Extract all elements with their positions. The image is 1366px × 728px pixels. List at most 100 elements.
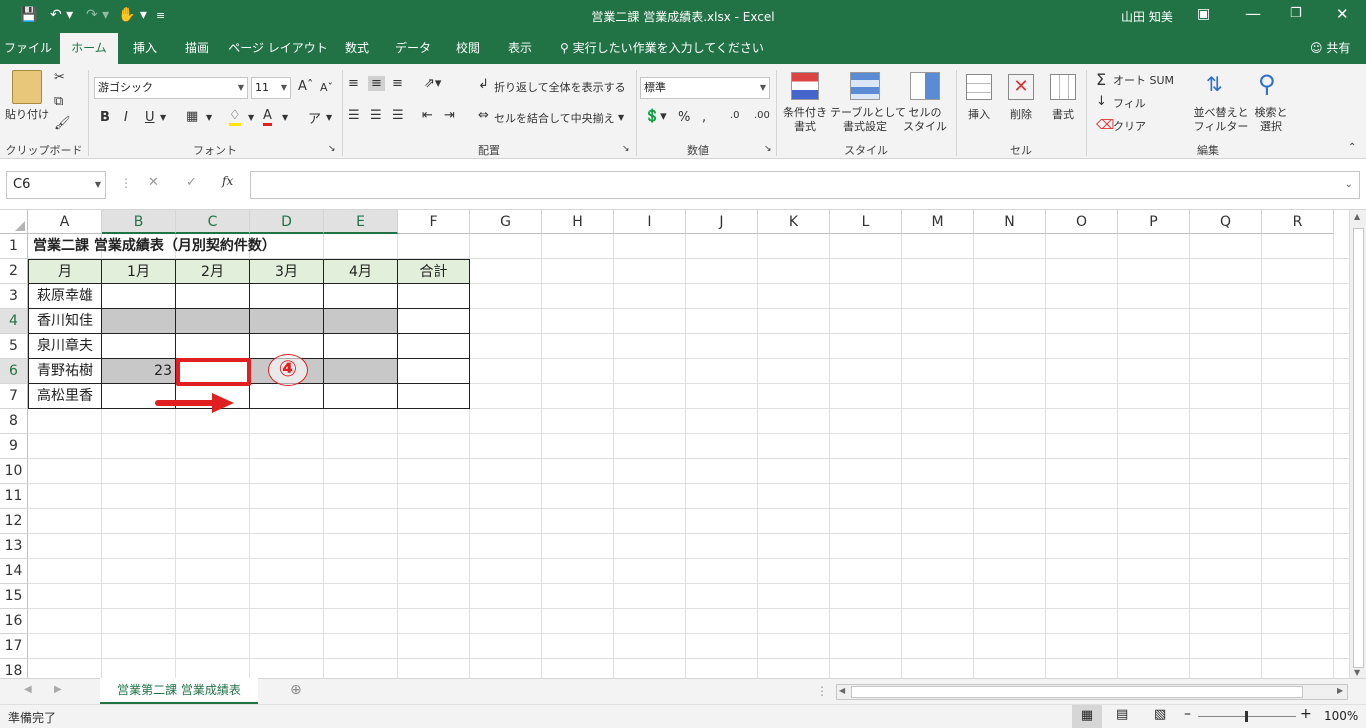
fill-color-icon[interactable]: ♢	[229, 108, 241, 126]
column-header-k[interactable]: K	[758, 210, 830, 234]
table-cell[interactable]	[176, 284, 250, 309]
fill-icon[interactable]: ↓	[1096, 94, 1107, 109]
increase-decimal-icon[interactable]: .0	[730, 110, 740, 121]
table-cell[interactable]	[102, 309, 176, 334]
insert-cells-button[interactable]: 挿入	[960, 108, 998, 122]
row-header-15[interactable]: 15	[0, 584, 28, 609]
split-handle-icon[interactable]: ⋮	[816, 684, 828, 698]
underline-button[interactable]: U	[145, 110, 155, 125]
column-header-c[interactable]: C	[176, 210, 250, 234]
delete-cells-icon[interactable]: ✕	[1008, 74, 1034, 100]
tab-review[interactable]: 校閲	[446, 33, 490, 64]
column-header-p[interactable]: P	[1118, 210, 1190, 234]
align-center-icon[interactable]: ☰	[370, 108, 382, 123]
tab-data[interactable]: データ	[388, 33, 438, 64]
user-name[interactable]: 山田 知美	[1121, 8, 1173, 25]
scroll-left-icon[interactable]: ◀	[839, 686, 845, 695]
table-cell[interactable]	[250, 309, 324, 334]
paste-icon[interactable]	[12, 70, 42, 104]
insert-function-icon[interactable]: fx	[222, 174, 233, 188]
column-header-b[interactable]: B	[102, 210, 176, 234]
border-icon[interactable]: ▦	[186, 109, 198, 124]
wrap-text-button[interactable]: 折り返して全体を表示する	[494, 81, 626, 95]
table-cell[interactable]	[102, 284, 176, 309]
column-header-l[interactable]: L	[830, 210, 902, 234]
next-sheet-icon[interactable]: ▶	[54, 684, 62, 695]
align-middle-icon[interactable]: ≡	[368, 76, 385, 91]
table-header-cell[interactable]: 2月	[176, 259, 250, 284]
row-header-11[interactable]: 11	[0, 484, 28, 509]
column-header-i[interactable]: I	[614, 210, 686, 234]
cancel-icon[interactable]: ✕	[148, 175, 159, 190]
page-break-view-icon[interactable]: ▧	[1154, 707, 1166, 722]
cell-styles-button[interactable]: セルの スタイル	[900, 106, 950, 134]
align-right-icon[interactable]: ☰	[392, 108, 404, 123]
align-top-icon[interactable]: ≡	[348, 76, 359, 91]
table-header-cell[interactable]: 月	[28, 259, 102, 284]
row-header-16[interactable]: 16	[0, 609, 28, 634]
table-cell[interactable]	[176, 309, 250, 334]
row-header-9[interactable]: 9	[0, 434, 28, 459]
column-header-h[interactable]: H	[542, 210, 614, 234]
tab-home[interactable]: ホーム	[60, 33, 118, 64]
row-header-1[interactable]: 1	[0, 234, 28, 259]
share-button[interactable]: ☺ 共有	[1310, 33, 1350, 64]
format-cells-icon[interactable]	[1050, 74, 1076, 100]
row-header-14[interactable]: 14	[0, 559, 28, 584]
tab-view[interactable]: 表示	[498, 33, 542, 64]
eraser-icon[interactable]: ⌫	[1096, 118, 1114, 133]
prev-sheet-icon[interactable]: ◀	[24, 684, 32, 695]
table-cell[interactable]	[324, 309, 398, 334]
row-header-13[interactable]: 13	[0, 534, 28, 559]
increase-indent-icon[interactable]: ⇥	[444, 108, 455, 123]
column-header-g[interactable]: G	[470, 210, 542, 234]
row-header-3[interactable]: 3	[0, 284, 28, 309]
restore-icon[interactable]: ❐	[1290, 6, 1302, 21]
table-cell[interactable]	[324, 359, 398, 384]
comma-icon[interactable]: ,	[702, 110, 706, 125]
close-icon[interactable]: ✕	[1336, 5, 1349, 23]
column-header-j[interactable]: J	[686, 210, 758, 234]
table-name-cell[interactable]: 高松里香	[28, 384, 102, 409]
font-size-select[interactable]: 11 ▼	[251, 77, 291, 99]
align-bottom-icon[interactable]: ≡	[392, 76, 403, 91]
collapse-ribbon-icon[interactable]: ⌃	[1348, 142, 1356, 153]
find-select-button[interactable]: 検索と 選択	[1250, 106, 1292, 134]
table-name-cell[interactable]: 泉川章夫	[28, 334, 102, 359]
select-all-corner[interactable]	[0, 210, 28, 234]
insert-cells-icon[interactable]	[966, 74, 992, 100]
table-cell[interactable]	[102, 334, 176, 359]
shrink-font-icon[interactable]: Aˇ	[320, 81, 333, 94]
italic-button[interactable]: I	[124, 110, 128, 125]
table-value-cell[interactable]: 23	[102, 359, 176, 384]
chevron-down-icon[interactable]: ▼	[618, 113, 624, 122]
conditional-format-icon[interactable]	[791, 72, 819, 100]
table-cell[interactable]	[398, 384, 470, 409]
row-header-7[interactable]: 7	[0, 384, 28, 409]
table-cell[interactable]	[324, 384, 398, 409]
orientation-icon[interactable]: ⇗▾	[424, 76, 441, 91]
align-left-icon[interactable]: ☰	[348, 108, 360, 123]
table-cell[interactable]	[324, 334, 398, 359]
decrease-indent-icon[interactable]: ⇤	[422, 108, 433, 123]
tab-draw[interactable]: 描画	[174, 33, 220, 64]
enter-icon[interactable]: ✓	[186, 175, 197, 190]
find-select-icon[interactable]: ⚲	[1258, 70, 1276, 98]
sum-icon[interactable]: Σ	[1096, 70, 1106, 89]
row-header-17[interactable]: 17	[0, 634, 28, 659]
column-header-o[interactable]: O	[1046, 210, 1118, 234]
table-cell[interactable]	[398, 359, 470, 384]
table-name-cell[interactable]: 萩原幸雄	[28, 284, 102, 309]
copy-icon[interactable]: ⧉	[54, 94, 63, 109]
dialog-launcher-icon[interactable]: ↘	[764, 144, 772, 154]
normal-view-icon[interactable]: ▦	[1072, 705, 1102, 728]
table-cell[interactable]	[250, 284, 324, 309]
tab-formulas[interactable]: 数式	[334, 33, 380, 64]
decrease-decimal-icon[interactable]: .00	[754, 110, 770, 121]
horizontal-scrollbar[interactable]: ◀ ▶	[836, 684, 1348, 700]
scroll-right-icon[interactable]: ▶	[1337, 686, 1343, 695]
dialog-launcher-icon[interactable]: ↘	[622, 144, 630, 154]
column-header-a[interactable]: A	[28, 210, 102, 234]
row-header-4[interactable]: 4	[0, 309, 28, 334]
table-name-cell[interactable]: 青野祐樹	[28, 359, 102, 384]
